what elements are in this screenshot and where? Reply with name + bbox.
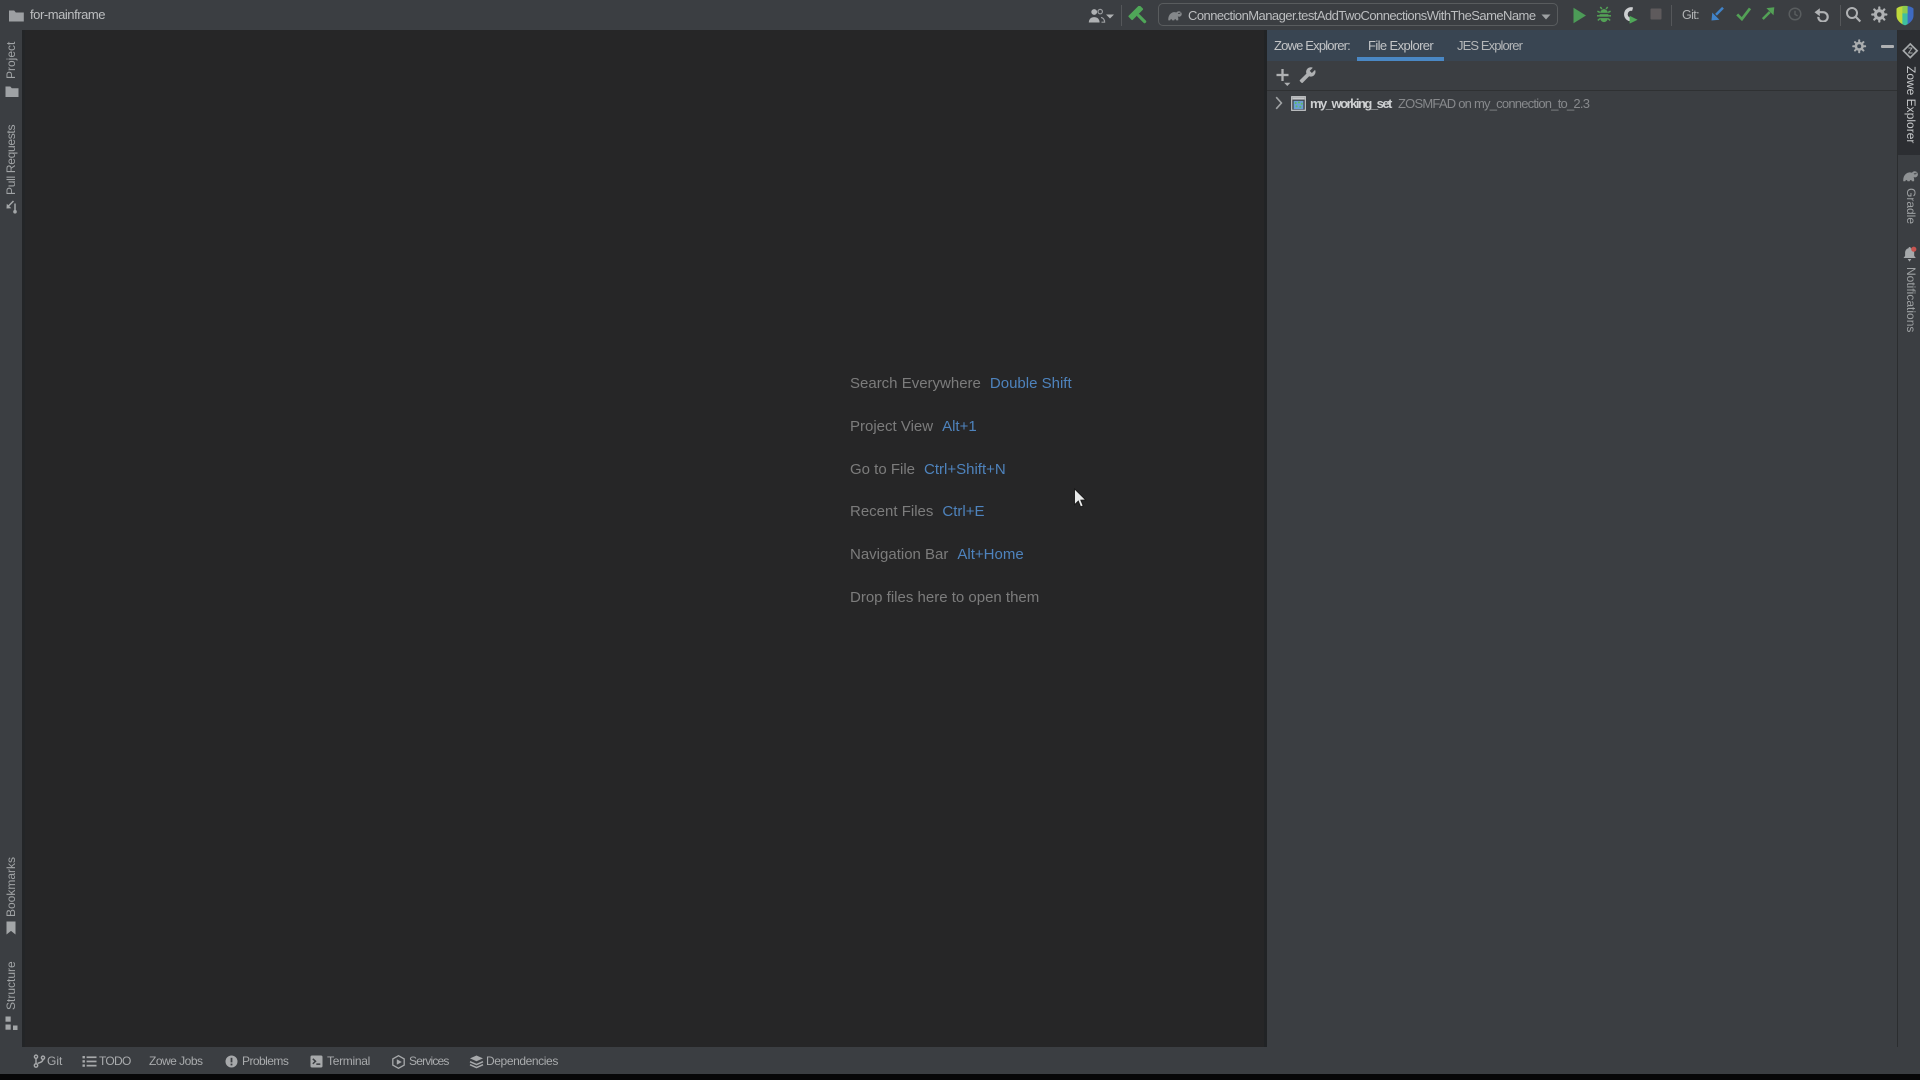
svg-text:Z: Z: [1908, 46, 1913, 55]
